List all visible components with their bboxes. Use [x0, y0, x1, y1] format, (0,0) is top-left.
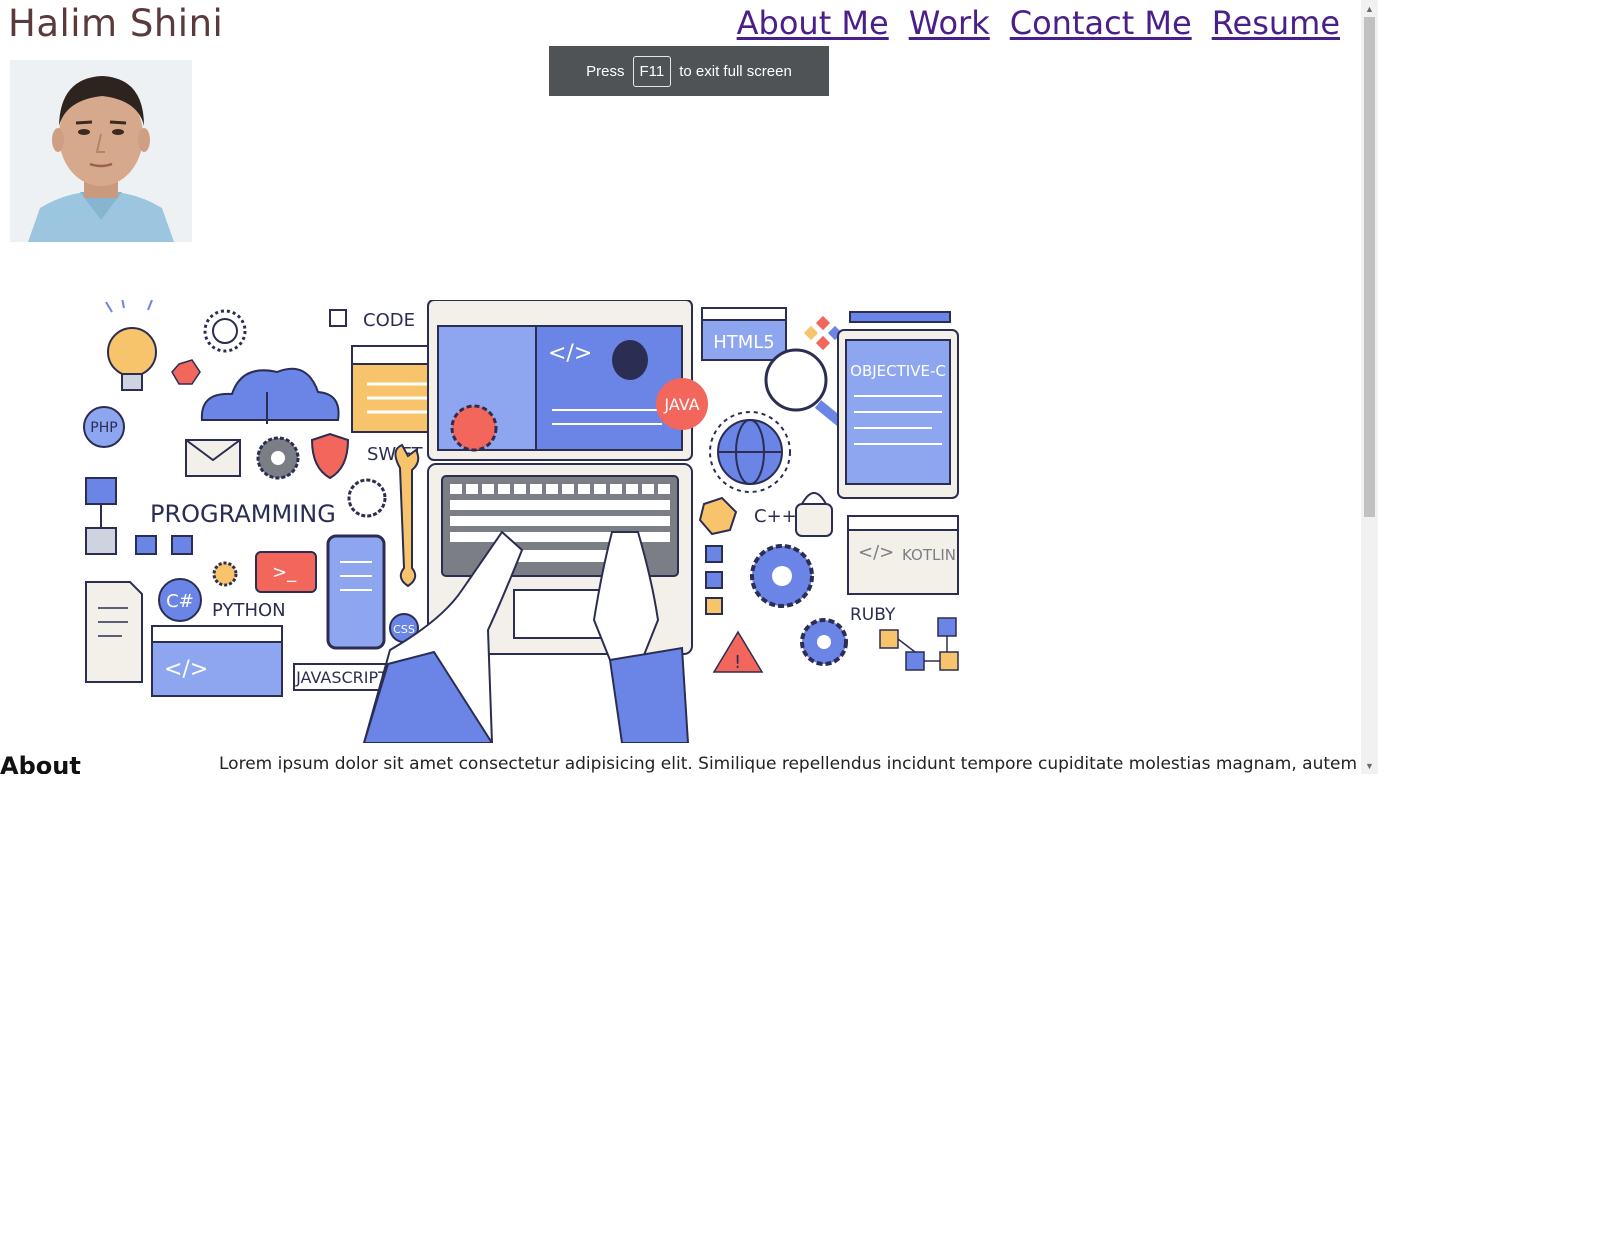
python-label: PYTHON	[212, 600, 286, 621]
about-text: Lorem ipsum dolor sit amet consectetur a…	[219, 754, 1358, 774]
page-scrollbar[interactable]: ▲ ▼	[1361, 0, 1378, 774]
toast-key: F11	[632, 55, 672, 87]
html5-label: HTML5	[713, 332, 775, 353]
scrollbar-thumb[interactable]	[1364, 17, 1375, 517]
svg-text:!: !	[734, 652, 741, 673]
scroll-up-arrow-icon[interactable]: ▲	[1361, 0, 1378, 17]
fullscreen-exit-toast: Press F11 to exit full screen	[549, 46, 829, 96]
toast-prefix: Press	[586, 62, 625, 80]
svg-text:</>: </>	[164, 657, 208, 682]
scroll-down-arrow-icon[interactable]: ▼	[1361, 757, 1378, 774]
cpp-label: C++	[754, 506, 797, 527]
css-label: CSS	[393, 623, 415, 636]
java-label: JAVA	[663, 395, 699, 414]
nav-link-contact-me[interactable]: Contact Me	[1010, 4, 1192, 42]
svg-text:</>: </>	[858, 542, 894, 563]
site-title: Halim Shini	[8, 2, 224, 45]
nav-link-about-me[interactable]: About Me	[737, 4, 889, 42]
code-label: CODE	[363, 310, 415, 331]
profile-photo	[10, 60, 192, 242]
svg-text:>_: >_	[272, 562, 297, 583]
kotlin-label: KOTLIN	[902, 546, 956, 564]
programming-illustration: PHP CODE SWIFT	[82, 297, 1002, 744]
csharp-label: C#	[166, 591, 194, 612]
toast-suffix: to exit full screen	[679, 62, 792, 80]
about-heading: About	[0, 752, 81, 774]
svg-text:</>: </>	[548, 341, 592, 366]
main-nav: About Me Work Contact Me Resume	[737, 4, 1340, 42]
php-label: PHP	[90, 420, 117, 436]
programming-label: PROGRAMMING	[150, 500, 336, 528]
nav-link-work[interactable]: Work	[909, 4, 990, 42]
nav-link-resume[interactable]: Resume	[1212, 4, 1340, 42]
lightbulb-icon	[105, 297, 157, 391]
page-viewport: Halim Shini About Me Work Contact Me Res…	[0, 0, 1378, 774]
objective-c-label: OBJECTIVE-C	[850, 362, 946, 380]
javascript-label: JAVASCRIPT	[295, 668, 388, 687]
ruby-label: RUBY	[850, 605, 896, 625]
